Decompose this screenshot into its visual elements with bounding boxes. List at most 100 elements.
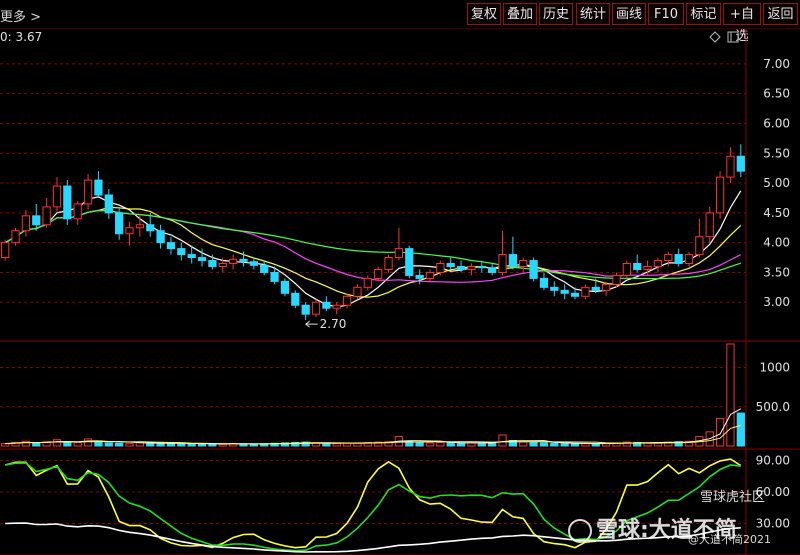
candle-body[interactable] xyxy=(570,292,580,297)
candle-body[interactable] xyxy=(228,258,238,265)
candle-body[interactable] xyxy=(374,268,383,279)
candle-body[interactable] xyxy=(353,286,362,297)
candle-body[interactable] xyxy=(249,261,258,266)
candle-body[interactable] xyxy=(291,292,300,306)
candle-body[interactable] xyxy=(125,227,134,235)
candle-body[interactable] xyxy=(270,271,279,282)
candle-body[interactable] xyxy=(664,254,673,262)
volume-bar[interactable] xyxy=(104,442,113,447)
candle-body[interactable] xyxy=(550,286,559,291)
candle-body[interactable] xyxy=(166,242,176,250)
diamond-icon[interactable] xyxy=(709,31,721,43)
volume-bar[interactable] xyxy=(456,442,466,447)
candle-body[interactable] xyxy=(674,254,683,265)
candle-body[interactable] xyxy=(301,304,310,315)
candle-body[interactable] xyxy=(197,257,207,262)
candle-body[interactable] xyxy=(218,263,227,267)
candle-body[interactable] xyxy=(601,283,611,291)
volume-bar[interactable] xyxy=(529,441,538,447)
candle-body[interactable] xyxy=(11,230,20,244)
candle-body[interactable] xyxy=(715,176,725,214)
candle-body[interactable] xyxy=(467,265,476,270)
candle-body[interactable] xyxy=(32,215,41,226)
volume-bar[interactable] xyxy=(539,442,549,447)
candle-body[interactable] xyxy=(405,248,414,276)
volume-bar[interactable] xyxy=(436,441,445,447)
volume-bar[interactable] xyxy=(519,441,528,447)
candle-body[interactable] xyxy=(342,295,352,306)
volume-bar[interactable] xyxy=(581,443,590,447)
candle-body[interactable] xyxy=(519,260,528,267)
candle-body[interactable] xyxy=(560,289,569,294)
volume-bar[interactable] xyxy=(477,442,486,447)
candle-body[interactable] xyxy=(208,260,217,267)
candle-body[interactable] xyxy=(726,155,735,178)
volume-bar[interactable] xyxy=(166,443,176,447)
volume-bar[interactable] xyxy=(715,418,725,447)
candle-body[interactable] xyxy=(695,236,704,256)
candle-body[interactable] xyxy=(322,301,331,309)
candle-body[interactable] xyxy=(643,265,652,270)
candle-body[interactable] xyxy=(332,304,341,309)
candle-body[interactable] xyxy=(539,277,549,288)
candle-body[interactable] xyxy=(436,263,445,273)
candle-body[interactable] xyxy=(498,254,507,273)
volume-bar[interactable] xyxy=(73,441,82,447)
candle-body[interactable] xyxy=(135,224,145,229)
volume-bar[interactable] xyxy=(32,442,41,447)
candle-body[interactable] xyxy=(633,263,642,270)
candle-body[interactable] xyxy=(63,185,72,220)
candle-body[interactable] xyxy=(488,267,497,273)
candle-body[interactable] xyxy=(21,215,31,232)
candle-body[interactable] xyxy=(363,277,372,288)
candle-body[interactable] xyxy=(146,224,155,232)
volume-bar[interactable] xyxy=(342,442,352,447)
candle-body[interactable] xyxy=(311,301,321,315)
volume-bar[interactable] xyxy=(425,442,435,447)
candle-body[interactable] xyxy=(260,264,269,273)
candle-body[interactable] xyxy=(456,265,466,270)
candle-body[interactable] xyxy=(736,155,745,172)
candle-body[interactable] xyxy=(280,280,290,294)
volume-bar[interactable] xyxy=(1,443,10,447)
candle-body[interactable] xyxy=(612,274,621,285)
candle-body[interactable] xyxy=(187,254,196,259)
candle-body[interactable] xyxy=(591,286,600,291)
volume-bar[interactable] xyxy=(63,441,72,447)
candle-body[interactable] xyxy=(1,242,10,259)
volume-bar[interactable] xyxy=(177,443,186,447)
candle-body[interactable] xyxy=(622,263,631,276)
candle-body[interactable] xyxy=(529,260,538,279)
candle-body[interactable] xyxy=(425,271,435,279)
candle-body[interactable] xyxy=(156,230,165,244)
candle-body[interactable] xyxy=(83,179,93,205)
volume-bar[interactable] xyxy=(415,441,424,447)
candle-body[interactable] xyxy=(477,265,486,269)
volume-bar[interactable] xyxy=(156,442,165,447)
candle-body[interactable] xyxy=(94,179,103,196)
panel-toggle-icon[interactable] xyxy=(727,31,739,43)
volume-bar[interactable] xyxy=(83,438,93,447)
candle-body[interactable] xyxy=(653,260,663,267)
candle-body[interactable] xyxy=(581,286,590,297)
volume-bar[interactable] xyxy=(488,442,497,447)
candle-body[interactable] xyxy=(115,212,124,235)
candle-body[interactable] xyxy=(508,254,518,267)
candle-body[interactable] xyxy=(394,248,404,259)
candle-body[interactable] xyxy=(239,258,248,263)
volume-bar[interactable] xyxy=(446,442,455,447)
candle-body[interactable] xyxy=(384,257,393,270)
stock-chart[interactable]: 2.70 7.00 6.50 6.00 5.50 5.00 4.50 4.00 3.50 3.0… xyxy=(0,0,800,555)
candle-body[interactable] xyxy=(104,194,113,214)
volume-bar[interactable] xyxy=(125,443,134,447)
volume-bar[interactable] xyxy=(52,439,62,447)
candle-body[interactable] xyxy=(42,206,51,226)
volume-bar[interactable] xyxy=(736,412,745,447)
volume-bar[interactable] xyxy=(498,434,507,447)
candle-body[interactable] xyxy=(705,212,714,238)
candle-body[interactable] xyxy=(446,263,455,267)
volume-bar[interactable] xyxy=(187,443,196,447)
candle-body[interactable] xyxy=(73,203,82,220)
volume-bar[interactable] xyxy=(560,443,569,447)
candle-body[interactable] xyxy=(177,248,186,256)
